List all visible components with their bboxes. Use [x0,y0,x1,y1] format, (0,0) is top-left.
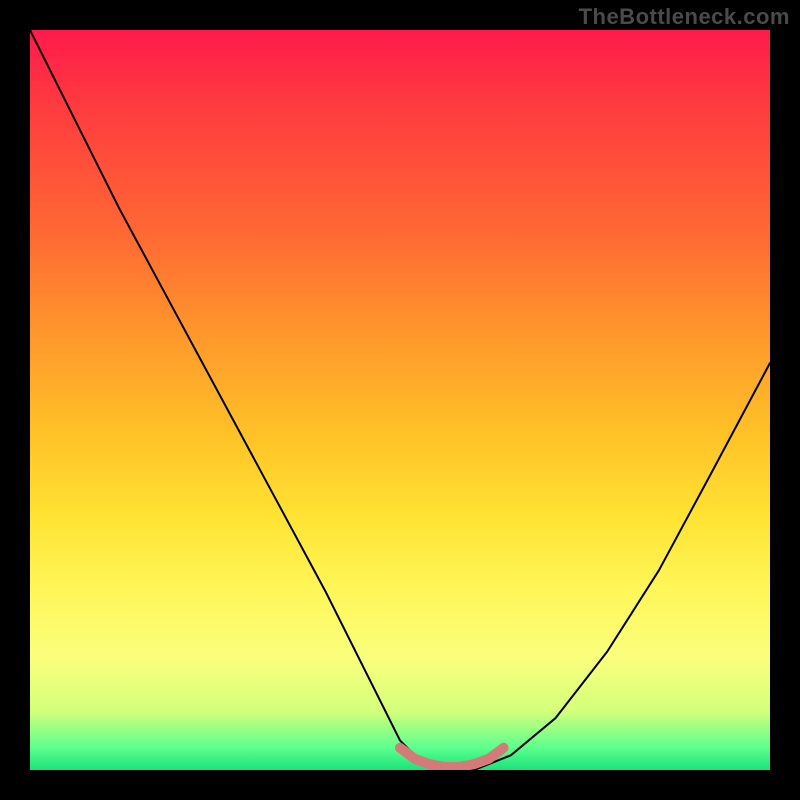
plot-area [30,30,770,770]
chart-svg [30,30,770,770]
chart-frame: TheBottleneck.com [0,0,800,800]
optimum-band-line [400,748,504,767]
bottleneck-curve-line [30,30,770,770]
watermark-text: TheBottleneck.com [579,4,790,30]
